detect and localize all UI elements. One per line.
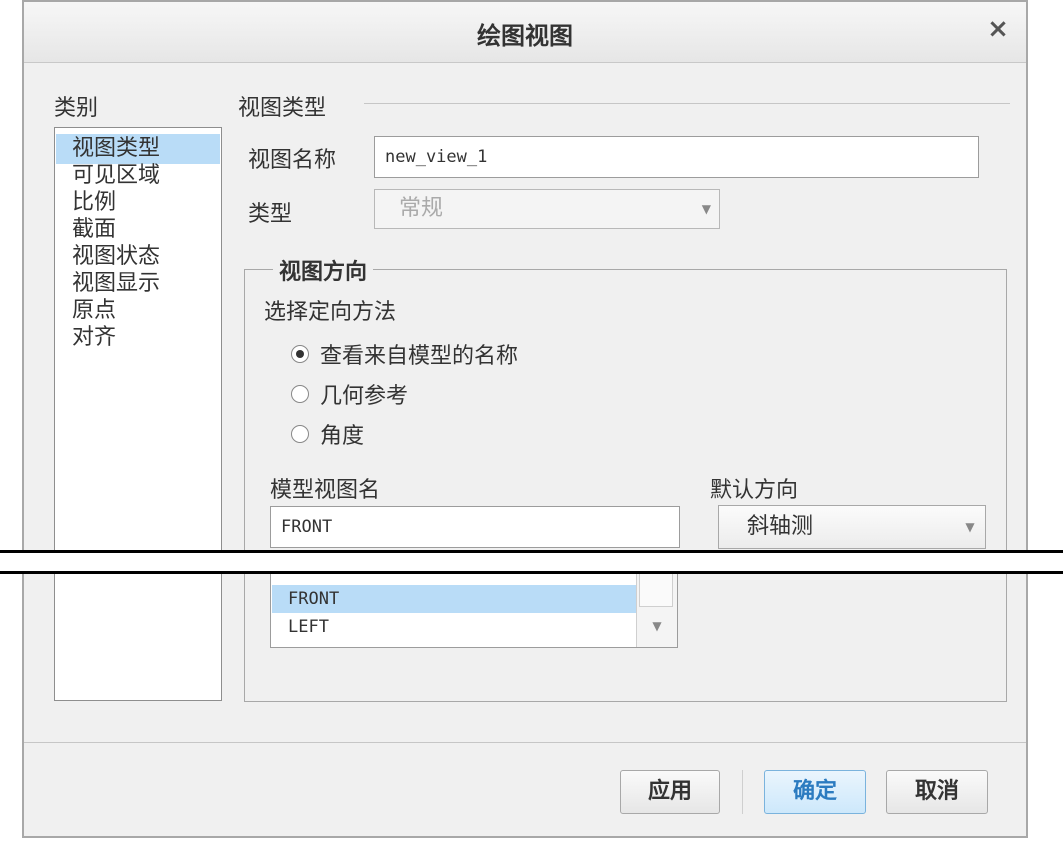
category-item-scale[interactable]: 比例 (56, 188, 220, 218)
type-label: 类型 (248, 202, 293, 227)
radio-geometry-reference-label[interactable]: 几何参考 (320, 378, 408, 410)
list-scrollbar[interactable]: ▼ (636, 571, 677, 647)
scrollbar-thumb[interactable] (639, 573, 673, 607)
section-divider (364, 103, 1010, 104)
radio-angle-label[interactable]: 角度 (320, 418, 364, 450)
chevron-down-icon[interactable]: ▼ (955, 506, 985, 548)
view-name-input[interactable]: new_view_1 (374, 136, 979, 178)
radio-model-name[interactable] (291, 345, 309, 363)
category-item-view-display[interactable]: 视图显示 (56, 269, 220, 299)
default-orientation-label: 默认方向 (710, 478, 799, 503)
category-item-alignment[interactable]: 对齐 (56, 323, 220, 353)
cut-line-top (0, 550, 1063, 553)
dialog-title: 绘图视图 (477, 22, 573, 50)
radio-model-name-label[interactable]: 查看来自模型的名称 (320, 338, 518, 370)
list-item-front[interactable]: FRONT (272, 585, 636, 613)
category-item-view-type[interactable]: 视图类型 (56, 134, 220, 164)
footer-divider (24, 742, 1026, 743)
category-heading: 类别 (54, 96, 99, 121)
cancel-button[interactable]: 取消 (886, 770, 988, 814)
cut-line-bottom (0, 571, 1063, 574)
list-item-left[interactable]: LEFT (272, 613, 636, 641)
radio-angle[interactable] (291, 425, 309, 443)
default-orientation-select[interactable]: 斜轴测 ▼ (718, 505, 986, 549)
view-name-label: 视图名称 (248, 148, 337, 173)
category-item-section[interactable]: 截面 (56, 215, 220, 245)
type-select[interactable]: 常规 ▼ (374, 189, 720, 229)
ok-button[interactable]: 确定 (764, 770, 866, 814)
drawing-view-dialog: 绘图视图 × 类别 视图类型 可见区域 比例 截面 视图状态 视图显示 原点 对… (22, 0, 1028, 838)
view-type-heading: 视图类型 (238, 96, 327, 121)
model-view-name-label: 模型视图名 (270, 478, 381, 503)
model-view-name-input[interactable]: FRONT (270, 506, 680, 548)
view-orientation-title: 视图方向 (273, 254, 374, 286)
category-list[interactable]: 视图类型 可见区域 比例 截面 视图状态 视图显示 原点 对齐 (54, 127, 222, 701)
title-bar[interactable]: 绘图视图 × (24, 2, 1026, 63)
category-item-visible-area[interactable]: 可见区域 (56, 161, 220, 191)
category-item-view-state[interactable]: 视图状态 (56, 242, 220, 272)
cut-gap (0, 553, 1063, 571)
model-view-list[interactable]: FRONT LEFT ▼ (270, 570, 678, 648)
close-icon[interactable]: × (984, 15, 1012, 43)
button-divider (742, 770, 743, 814)
orientation-method-label: 选择定向方法 (264, 300, 397, 325)
radio-geometry-reference[interactable] (291, 385, 309, 403)
chevron-down-icon: ▼ (701, 202, 711, 216)
type-select-value: 常规 (399, 196, 444, 221)
apply-button[interactable]: 应用 (620, 770, 720, 814)
chevron-down-icon[interactable]: ▼ (637, 619, 677, 633)
default-orientation-value: 斜轴测 (747, 514, 814, 539)
category-item-origin[interactable]: 原点 (56, 296, 220, 326)
